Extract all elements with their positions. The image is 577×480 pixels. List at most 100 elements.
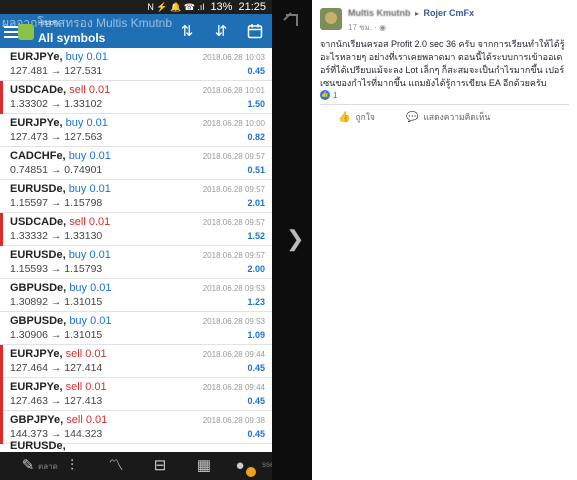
comment-button-label: แสดงความคิดเห็น xyxy=(423,112,491,122)
trade-date: 2018.06.28 09:57 xyxy=(202,185,265,194)
next-photo-arrow-icon[interactable]: ❯ xyxy=(286,228,304,250)
clock: 21:25 xyxy=(238,1,266,13)
trade-row[interactable]: USDCADe, sell 0.01 1.33302 → 1.33102 2018.… xyxy=(0,81,272,114)
comment-button[interactable]: 💬 แสดงความคิดเห็น xyxy=(406,110,490,124)
trade-symbol: EURJPYe, sell 0.01 xyxy=(10,381,107,393)
trade-side-indicator xyxy=(0,378,3,411)
trade-symbol: EURUSDe, buy 0.01 xyxy=(10,249,111,261)
trade-side: buy 0.01 xyxy=(68,249,111,261)
trade-row[interactable]: EURJPYe, sell 0.01 127.463 → 127.413 2018.… xyxy=(0,378,272,411)
trade-symbol-text: GBPUSDe, xyxy=(10,315,67,327)
like-summary[interactable]: 👍 1 xyxy=(320,90,337,100)
news-icon[interactable]: ▦ xyxy=(194,457,214,475)
trade-side-indicator xyxy=(0,279,3,312)
inbox-icon[interactable]: ⊟ xyxy=(150,457,170,475)
trade-side-indicator xyxy=(0,312,3,345)
trade-prices: 127.464 → 127.414 xyxy=(10,362,103,374)
trade-side-indicator xyxy=(0,48,3,81)
trade-profit: 2.00 xyxy=(247,264,265,274)
trade-row[interactable]: CADCHFe, buy 0.01 0.74851 → 0.74901 2018.0… xyxy=(0,147,272,180)
like-button[interactable]: 👍 ถูกใจ xyxy=(338,110,375,124)
trade-symbol: CADCHFe, buy 0.01 xyxy=(10,150,111,162)
trade-side: buy 0.01 xyxy=(65,117,108,129)
trade-profit: 1.23 xyxy=(247,297,265,307)
trade-profit: 0.51 xyxy=(247,165,265,175)
trade-date: 2018.06.28 09:57 xyxy=(202,218,265,227)
appbar-title: All symbols xyxy=(38,31,106,45)
trade-side: sell 0.01 xyxy=(69,216,111,228)
line-chart-icon[interactable]: 〽 xyxy=(106,457,126,475)
status-icons: N ⚡ 🔔 ☎ .ıl xyxy=(147,1,205,12)
expand-icon[interactable] xyxy=(286,14,298,26)
author-name[interactable]: Rojer CmFx xyxy=(424,8,475,18)
post-time[interactable]: 17 ชม. · ◉ xyxy=(348,21,386,34)
trade-chart-icon[interactable]: ✎ xyxy=(18,457,38,475)
post-author[interactable]: Multis Kmutnb ▸ Rojer CmFx xyxy=(348,8,474,18)
trade-side: buy 0.01 xyxy=(68,183,111,195)
trade-side-indicator xyxy=(0,213,3,246)
bottom-nav-overlay-text: ตลาด xyxy=(38,462,58,471)
trade-row[interactable]: GBPUSDe, buy 0.01 1.30892 → 1.31015 2018.0… xyxy=(0,279,272,312)
calendar-icon[interactable] xyxy=(246,23,264,41)
trade-symbol-text: EURJPYe, xyxy=(10,117,63,129)
trade-symbol-text: EURJPYe, xyxy=(10,51,63,63)
trade-prices: 1.33332 → 1.33130 xyxy=(10,230,103,242)
facebook-post: Multis Kmutnb ▸ Rojer CmFx 17 ชม. · ◉ จา… xyxy=(312,0,577,480)
trade-profit: 0.45 xyxy=(247,66,265,76)
trade-date: 2018.06.28 09:53 xyxy=(202,284,265,293)
trade-date: 2018.06.28 09:44 xyxy=(202,383,265,392)
trade-profit: 1.52 xyxy=(247,231,265,241)
trade-side-indicator xyxy=(0,81,3,114)
trade-date: 2018.06.28 10:03 xyxy=(202,53,265,62)
trade-prices: 1.15597 → 1.15798 xyxy=(10,197,103,209)
trade-row[interactable]: EURJPYe, sell 0.01 127.464 → 127.414 2018.… xyxy=(0,345,272,378)
trade-symbol: EURJPYe, sell 0.01 xyxy=(10,348,107,360)
trade-date: 2018.06.28 10:00 xyxy=(202,119,265,128)
trade-symbol-text: EURUSDe, xyxy=(10,249,66,261)
trade-history-list: EURJPYe, buy 0.01 127.481 → 127.531 2018.0… xyxy=(0,48,272,444)
trade-date: 2018.06.28 09:57 xyxy=(202,152,265,161)
thumbs-up-reaction-icon: 👍 xyxy=(320,90,330,100)
trade-prices: 1.15593 → 1.15793 xyxy=(10,263,103,275)
notification-badge xyxy=(246,467,256,477)
trade-side-indicator xyxy=(0,147,3,180)
trade-date: 2018.06.28 09:57 xyxy=(202,251,265,260)
trade-side: sell 0.01 xyxy=(65,348,107,360)
trade-date: 2018.06.28 09:38 xyxy=(202,416,265,425)
menu-icon[interactable] xyxy=(4,26,18,38)
trade-side-indicator xyxy=(0,180,3,213)
transfer-icon[interactable]: ⇵ xyxy=(212,23,230,41)
trade-profit: 0.82 xyxy=(247,132,265,142)
trade-date: 2018.06.28 09:44 xyxy=(202,350,265,359)
comment-icon: 💬 xyxy=(406,111,419,123)
sort-icon[interactable]: ⇅ xyxy=(178,23,196,41)
trade-row[interactable]: EURUSDe, buy 0.01 1.15593 → 1.15793 2018.0… xyxy=(0,246,272,279)
thumbs-up-icon: 👍 xyxy=(338,111,351,123)
trade-row[interactable]: EURJPYe, buy 0.01 127.481 → 127.531 2018.0… xyxy=(0,48,272,81)
trade-prices: 127.463 → 127.413 xyxy=(10,395,103,407)
trade-symbol-text: EURJPYe, xyxy=(10,348,63,360)
trade-symbol: EURJPYe, buy 0.01 xyxy=(10,117,108,129)
trade-row[interactable]: GBPUSDe, buy 0.01 1.30906 → 1.31015 2018.0… xyxy=(0,312,272,345)
candles-icon[interactable]: ⫶ xyxy=(62,457,82,475)
app-bar: ผลจากโบรสทรอง Multis Kmutnb History All … xyxy=(0,14,272,48)
trade-symbol: EURJPYe, buy 0.01 xyxy=(10,51,108,63)
trade-side-indicator xyxy=(0,411,3,444)
arrow-right-icon: ▸ xyxy=(415,9,420,18)
trade-row[interactable]: EURUSDe, buy 0.01 1.15597 → 1.15798 2018.0… xyxy=(0,180,272,213)
trade-side-indicator xyxy=(0,246,3,279)
trade-profit: 1.50 xyxy=(247,99,265,109)
trade-side-indicator xyxy=(0,114,3,147)
partial-row-symbol: EURUSDe, xyxy=(10,440,66,452)
avatar[interactable] xyxy=(320,8,342,30)
trade-side: buy 0.01 xyxy=(65,51,108,63)
trade-symbol-text: EURJPYe, xyxy=(10,381,63,393)
post-time-text[interactable]: 17 ชม. xyxy=(348,23,372,32)
phone-screenshot: N ⚡ 🔔 ☎ .ıl 13% 21:25 ผลจากโบรสทรอง Mult… xyxy=(0,0,272,480)
trade-symbol: GBPJPYe, sell 0.01 xyxy=(10,414,107,426)
author-blurred-name[interactable]: Multis Kmutnb xyxy=(348,8,411,18)
trade-row[interactable]: EURJPYe, buy 0.01 127.473 → 127.563 2018.0… xyxy=(0,114,272,147)
partial-trade-row: EURUSDe, xyxy=(0,440,272,452)
trade-row[interactable]: USDCADe, sell 0.01 1.33332 → 1.33130 2018.… xyxy=(0,213,272,246)
trade-side: sell 0.01 xyxy=(65,381,107,393)
